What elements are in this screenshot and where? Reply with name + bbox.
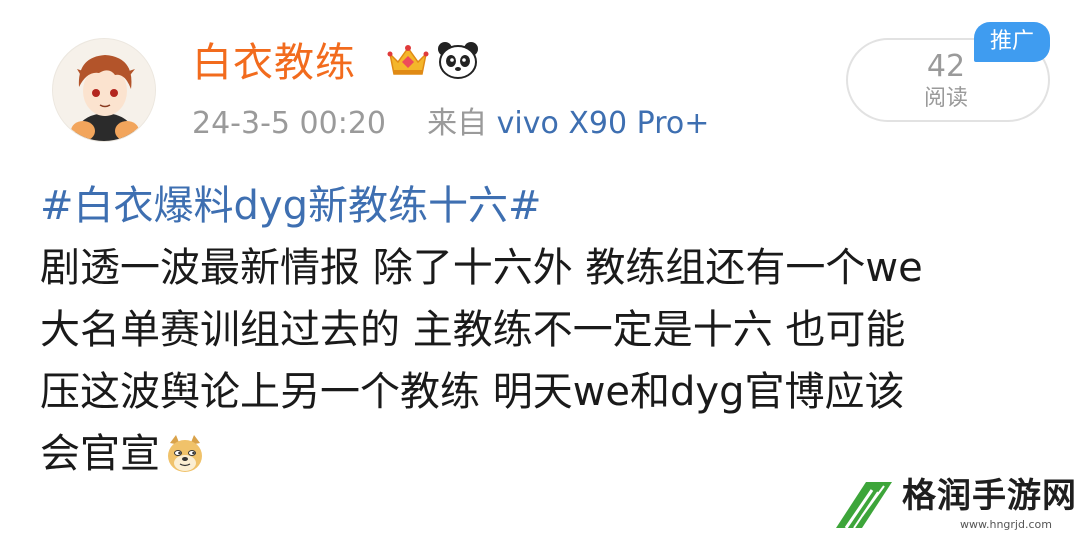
doge-icon [164, 432, 206, 474]
crown-icon [386, 40, 430, 80]
source-label: 来自 [427, 106, 488, 141]
promote-badge[interactable]: 推广 [974, 22, 1050, 62]
post-text-line: 剧透一波最新情报 除了十六外 教练组还有一个we [40, 245, 923, 291]
username[interactable]: 白衣教练 [192, 38, 356, 88]
post-text-line-last: 会官宣 [40, 424, 206, 484]
post-text: 会官宣 [40, 431, 160, 477]
panda-icon [436, 40, 480, 80]
watermark-url: www.hngrjd.com [960, 518, 1052, 531]
avatar[interactable] [52, 38, 156, 142]
avatar-illustration [53, 39, 155, 141]
source-device[interactable]: vivo X90 Pro+ [497, 106, 710, 141]
post-text-line: 大名单赛训组过去的 主教练不一定是十六 也可能 [40, 307, 906, 353]
post-meta: 24-3-5 00:20 来自 vivo X90 Pro+ [192, 104, 709, 144]
read-label: 阅读 [923, 86, 968, 111]
watermark-name: 格润手游网 [902, 476, 1077, 516]
post-text-line: 压这波舆论上另一个教练 明天we和dyg官博应该 [40, 369, 905, 415]
leaf-logo [832, 476, 896, 532]
hashtag-link[interactable]: #白衣爆料dyg新教练十六# [40, 176, 541, 236]
post-time: 24-3-5 00:20 [192, 106, 386, 141]
